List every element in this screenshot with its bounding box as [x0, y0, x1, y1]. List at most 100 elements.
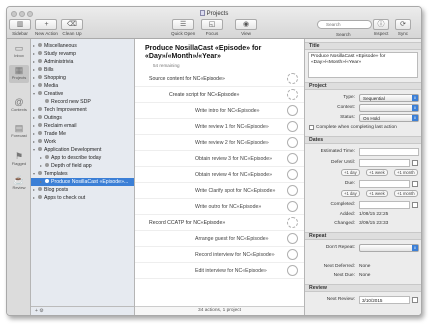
- context-popup[interactable]: ⇕: [359, 104, 419, 112]
- repeat-section-header[interactable]: Repeat: [305, 232, 421, 240]
- outline-row[interactable]: ▸ Bills: [31, 66, 134, 74]
- perspective-inbox[interactable]: ▭ Inbox: [9, 43, 29, 61]
- outline-row[interactable]: ▸ Outings: [31, 114, 134, 122]
- defer-plus-month-button[interactable]: +1 month: [394, 169, 418, 176]
- task-row[interactable]: Edit interview for NC«Episode»: [135, 263, 304, 279]
- defer-until-field[interactable]: [359, 159, 410, 167]
- search-input[interactable]: [317, 20, 372, 29]
- repeat-popup[interactable]: ⇕: [359, 244, 419, 252]
- task-row[interactable]: Arrange guest for NC«Episode»: [135, 231, 304, 247]
- title-field[interactable]: Produce NosillaCast «Episode» for «Day»/…: [308, 52, 418, 78]
- eye-icon: ◉: [235, 19, 257, 30]
- project-section-header[interactable]: Project: [305, 82, 421, 90]
- outline-row[interactable]: ▸ Trade Me: [31, 130, 134, 138]
- remaining-count: 54 remaining: [153, 63, 180, 68]
- task-row[interactable]: Record interview for NC«Episode»: [135, 247, 304, 263]
- outline-row[interactable]: ▸ App to describe today: [31, 154, 134, 162]
- outline-row[interactable]: ▸ Study revamp: [31, 50, 134, 58]
- task-row[interactable]: Obtain review 3 for NC«Episode»: [135, 151, 304, 167]
- sidebar-toggle-button[interactable]: ▥ Sidebar: [9, 19, 31, 36]
- project-title[interactable]: Produce NosillaCast «Episode» for «Day»/…: [145, 45, 300, 61]
- perspective-contexts[interactable]: @ Contexts: [9, 97, 29, 115]
- review-section-header[interactable]: Review: [305, 284, 421, 292]
- clean-up-button[interactable]: ⌫ Clean Up: [61, 19, 83, 36]
- task-checkbox[interactable]: [287, 137, 298, 148]
- task-row[interactable]: Write review 1 for NC«Episode»: [135, 119, 304, 135]
- quick-open-button[interactable]: ☰ Quick Open: [171, 19, 195, 36]
- task-checkbox[interactable]: [287, 121, 298, 132]
- focus-button[interactable]: ◱ Focus: [201, 19, 223, 36]
- outline-row[interactable]: ▸ Tech Improvement: [31, 106, 134, 114]
- perspective-review[interactable]: ☕ Review: [9, 175, 29, 193]
- view-button[interactable]: ◉ View: [235, 19, 257, 36]
- outline-row-selected[interactable]: ▸ Produce NosillaCast «Episode»...: [31, 178, 134, 186]
- perspective-projects[interactable]: ▦ Projects: [9, 65, 29, 83]
- completed-field[interactable]: [359, 201, 410, 209]
- task-row[interactable]: Obtain review 4 for NC«Episode»: [135, 167, 304, 183]
- outline-row[interactable]: ▸ Administrivia: [31, 58, 134, 66]
- outline-row[interactable]: ▾ Templates: [31, 170, 134, 178]
- task-checkbox[interactable]: [287, 153, 298, 164]
- inspect-button[interactable]: ⓘ Inspect: [373, 19, 389, 36]
- calendar-icon[interactable]: [412, 160, 418, 166]
- task-row[interactable]: Write review 2 for NC«Episode»: [135, 135, 304, 151]
- task-row[interactable]: Source content for NC«Episode»: [135, 71, 304, 87]
- outline-row[interactable]: ▸ Miscellaneous: [31, 42, 134, 50]
- outline-row[interactable]: ▸ Depth of field app: [31, 162, 134, 170]
- task-checkbox[interactable]: [287, 201, 298, 212]
- calendar-icon[interactable]: [412, 181, 418, 187]
- defer-plus-week-button[interactable]: +1 week: [366, 169, 388, 176]
- focus-icon: ◱: [201, 19, 223, 30]
- outline-row[interactable]: ▸ Blog posts: [31, 186, 134, 194]
- type-popup[interactable]: Sequential ⇕: [359, 94, 419, 102]
- calendar-icon[interactable]: [412, 202, 418, 208]
- due-field[interactable]: [359, 180, 410, 188]
- new-action-button[interactable]: + New Action: [35, 19, 58, 36]
- task-row[interactable]: Write outro for NC«Episode»: [135, 199, 304, 215]
- due-plus-day-button[interactable]: +1 day: [341, 190, 360, 197]
- dates-section-header[interactable]: Dates: [305, 136, 421, 144]
- complete-with-last-checkbox[interactable]: [309, 125, 314, 130]
- perspective-flagged[interactable]: ⚑ Flagged: [9, 151, 29, 169]
- outline-row[interactable]: ▸ Media: [31, 82, 134, 90]
- outline-row[interactable]: ▸ Reclaim email: [31, 122, 134, 130]
- sync-icon: ⟳: [395, 19, 411, 30]
- outline-row[interactable]: ▸ Work: [31, 138, 134, 146]
- sync-button[interactable]: ⟳ Sync: [395, 19, 411, 36]
- task-checkbox[interactable]: [287, 73, 298, 84]
- contexts-icon: @: [14, 97, 24, 107]
- project-outline: ▸ Miscellaneous ▸ Study revamp ▸ Administri…: [31, 39, 135, 315]
- title-section-header[interactable]: Title: [305, 42, 421, 50]
- task-row[interactable]: Write Clarify spot for NC«Episode»: [135, 183, 304, 199]
- review-icon: ☕: [13, 175, 25, 185]
- task-checkbox[interactable]: [287, 169, 298, 180]
- task-row[interactable]: Create script for NC«Episode»: [135, 87, 304, 103]
- due-plus-week-button[interactable]: +1 week: [366, 190, 388, 197]
- due-plus-month-button[interactable]: +1 month: [394, 190, 418, 197]
- flag-icon: ⚑: [14, 151, 24, 161]
- status-popup[interactable]: On Hold ⇕: [359, 114, 419, 122]
- task-row[interactable]: Write intro for NC«Episode»: [135, 103, 304, 119]
- popup-arrows-icon: ⇕: [412, 105, 418, 111]
- outline-row[interactable]: ▾ Creative: [31, 90, 134, 98]
- next-review-field[interactable]: 3/10/2015: [359, 296, 410, 304]
- defer-plus-day-button[interactable]: +1 day: [341, 169, 360, 176]
- calendar-icon[interactable]: [412, 297, 418, 303]
- outline-row[interactable]: ▸ Apps to check out: [31, 194, 134, 202]
- outline-row[interactable]: ▸ Shopping: [31, 74, 134, 82]
- estimated-time-field[interactable]: [359, 148, 419, 156]
- outline-row[interactable]: ▾ Application Development: [31, 146, 134, 154]
- task-checkbox[interactable]: [287, 217, 298, 228]
- task-checkbox[interactable]: [287, 105, 298, 116]
- task-checkbox[interactable]: [287, 185, 298, 196]
- task-checkbox[interactable]: [287, 265, 298, 276]
- popup-arrows-icon: ⇕: [412, 115, 418, 121]
- task-checkbox[interactable]: [287, 233, 298, 244]
- task-checkbox[interactable]: [287, 89, 298, 100]
- perspective-forecast[interactable]: ▤ Forecast: [9, 123, 29, 141]
- task-row[interactable]: Record CCATP for NC«Episode»: [135, 215, 304, 231]
- outline-footer[interactable]: + ⚙: [31, 306, 134, 315]
- outline-row[interactable]: Record new SDP: [31, 98, 134, 106]
- popup-arrows-icon: ⇕: [412, 245, 418, 251]
- task-checkbox[interactable]: [287, 249, 298, 260]
